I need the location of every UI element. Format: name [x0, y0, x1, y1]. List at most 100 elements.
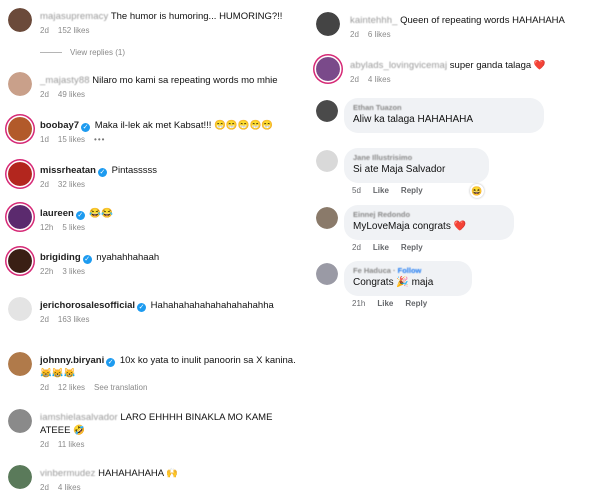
comment-line: _majasty88 Nilaro mo kami sa repeating w… [40, 74, 278, 87]
comment-text: 10x ko yata to inulit panoorin sa X kani… [117, 355, 296, 366]
avatar[interactable] [316, 263, 338, 285]
comment-text-continued: 😹😹😹 [40, 368, 76, 379]
like-button[interactable]: Like [373, 186, 389, 195]
avatar[interactable] [316, 150, 338, 172]
verified-icon: ✓ [75, 211, 85, 220]
avatar[interactable] [8, 352, 32, 376]
commenter-name-text[interactable]: Einnej Redondo [353, 210, 410, 219]
comment-meta: 2d 11 likes [40, 440, 93, 449]
likes-count[interactable]: 11 likes [58, 440, 85, 449]
comment-text: LARO EHHHH BINAKLA MO KAME [120, 412, 273, 423]
timestamp: 2d [40, 26, 49, 35]
avatar-image [316, 263, 338, 285]
avatar-image [316, 57, 340, 81]
comment-actions: 5d Like Reply [352, 186, 435, 195]
avatar[interactable] [316, 207, 338, 229]
more-options-icon[interactable]: ••• [94, 135, 105, 144]
comment-line: boobay7 ✓ Maka il-lek ak met Kabsat!!! 😁😁… [40, 119, 273, 132]
verified-icon: ✓ [137, 303, 147, 312]
comment-meta: 2d 4 likes [350, 75, 400, 84]
username-link[interactable]: vinbermudez [40, 468, 96, 479]
verified-icon: ✓ [81, 123, 91, 132]
avatar[interactable] [8, 205, 32, 229]
username-link[interactable]: jerichorosalesofficial [40, 300, 135, 311]
reply-button[interactable]: Reply [405, 299, 427, 308]
likes-count[interactable]: 6 likes [368, 30, 391, 39]
comment-text: Hahahahahahahahahahahha [148, 300, 274, 311]
likes-count[interactable]: 12 likes [58, 383, 85, 392]
commenter-name-text[interactable]: Ethan Tuazon [353, 103, 402, 112]
follow-button[interactable]: Follow [398, 266, 422, 275]
likes-count[interactable]: 3 likes [62, 267, 85, 276]
commenter-name-text[interactable]: Fe Haduca [353, 266, 391, 275]
likes-count[interactable]: 4 likes [58, 483, 81, 492]
avatar-image [8, 117, 32, 141]
comment-bubble: Einnej Redondo MyLoveMaja congrats ❤️ [344, 205, 514, 240]
commenter-name[interactable]: Ethan Tuazon [353, 103, 535, 113]
avatar[interactable] [8, 117, 32, 141]
username-link[interactable]: majasupremacy [40, 11, 108, 22]
comment-text: The humor is humoring... HUMORING?!! [110, 11, 283, 22]
avatar[interactable] [8, 249, 32, 273]
avatar[interactable] [8, 465, 32, 489]
view-replies-button[interactable]: View replies (1) [40, 48, 125, 57]
likes-count[interactable]: 152 likes [58, 26, 90, 35]
comment-meta: 2d 49 likes [40, 90, 94, 99]
timestamp: 5d [352, 186, 361, 195]
likes-count[interactable]: 49 likes [58, 90, 85, 99]
like-button[interactable]: Like [373, 243, 389, 252]
avatar-image [8, 162, 32, 186]
reply-button[interactable]: Reply [401, 243, 423, 252]
right-comments-column: kaintehhh_ Queen of repeating words HAHA… [310, 0, 600, 499]
username-link[interactable]: _majasty88 [40, 75, 90, 86]
avatar[interactable] [316, 12, 340, 36]
username-link[interactable]: johnny.biryani [40, 355, 104, 366]
comment-meta: 1d 15 likes ••• [40, 135, 114, 144]
comment-text: Nilaro mo kami sa repeating words mo mhi… [92, 75, 278, 86]
comment-text: HAHAHAHAHA 🙌 [98, 468, 179, 479]
comment-bubble: Fe Haduca · Follow Congrats 🎉 maja [344, 261, 472, 296]
avatar-image [8, 205, 32, 229]
avatar[interactable] [316, 100, 338, 122]
timestamp: 2d [40, 383, 49, 392]
username-link[interactable]: abylads_lovingvicemaj [350, 60, 447, 71]
username-link[interactable]: kaintehhh_ [350, 15, 397, 26]
commenter-name-text[interactable]: Jane Illustrisimo [353, 153, 412, 162]
comment-line: brigiding ✓ nyahahhahaah [40, 251, 159, 264]
left-comments-column: majasupremacy The humor is humoring... H… [0, 0, 305, 499]
commenter-name[interactable]: Einnej Redondo [353, 210, 505, 220]
commenter-name[interactable]: Jane Illustrisimo [353, 153, 480, 163]
comment-meta: 2d 163 likes [40, 315, 98, 324]
likes-count[interactable]: 32 likes [58, 180, 85, 189]
avatar[interactable] [8, 72, 32, 96]
avatar[interactable] [8, 162, 32, 186]
likes-count[interactable]: 5 likes [62, 223, 85, 232]
likes-count[interactable]: 4 likes [368, 75, 391, 84]
avatar[interactable] [316, 57, 340, 81]
commenter-name[interactable]: Fe Haduca · Follow [353, 266, 463, 276]
username-link[interactable]: laureen [40, 208, 74, 219]
username-link[interactable]: iamshielasalvador [40, 412, 118, 423]
like-button[interactable]: Like [377, 299, 393, 308]
avatar-image [316, 150, 338, 172]
see-translation-link[interactable]: See translation [94, 383, 147, 392]
comment-text: Si ate Maja Salvador [353, 164, 446, 175]
likes-count[interactable]: 15 likes [58, 135, 85, 144]
username-link[interactable]: boobay7 [40, 120, 79, 131]
avatar-image [8, 8, 32, 32]
avatar[interactable] [8, 8, 32, 32]
avatar-image [8, 72, 32, 96]
comment-line: vinbermudez HAHAHAHAHA 🙌 [40, 467, 178, 480]
avatar[interactable] [8, 409, 32, 433]
username-link[interactable]: missrheatan [40, 165, 96, 176]
username-link[interactable]: brigiding [40, 252, 81, 263]
avatar[interactable] [8, 297, 32, 321]
comment-text-continued: ATEEE 🤣 [40, 425, 85, 436]
reaction-icon[interactable]: 😆 [470, 184, 484, 198]
comment-line: missrheatan ✓ Pintasssss [40, 164, 157, 177]
reply-button[interactable]: Reply [401, 186, 423, 195]
comment-text: super ganda talaga ❤️ [449, 60, 546, 71]
comment-line: johnny.biryani ✓ 10x ko yata to inulit pa… [40, 354, 296, 367]
likes-count[interactable]: 163 likes [58, 315, 90, 324]
avatar-image [316, 207, 338, 229]
